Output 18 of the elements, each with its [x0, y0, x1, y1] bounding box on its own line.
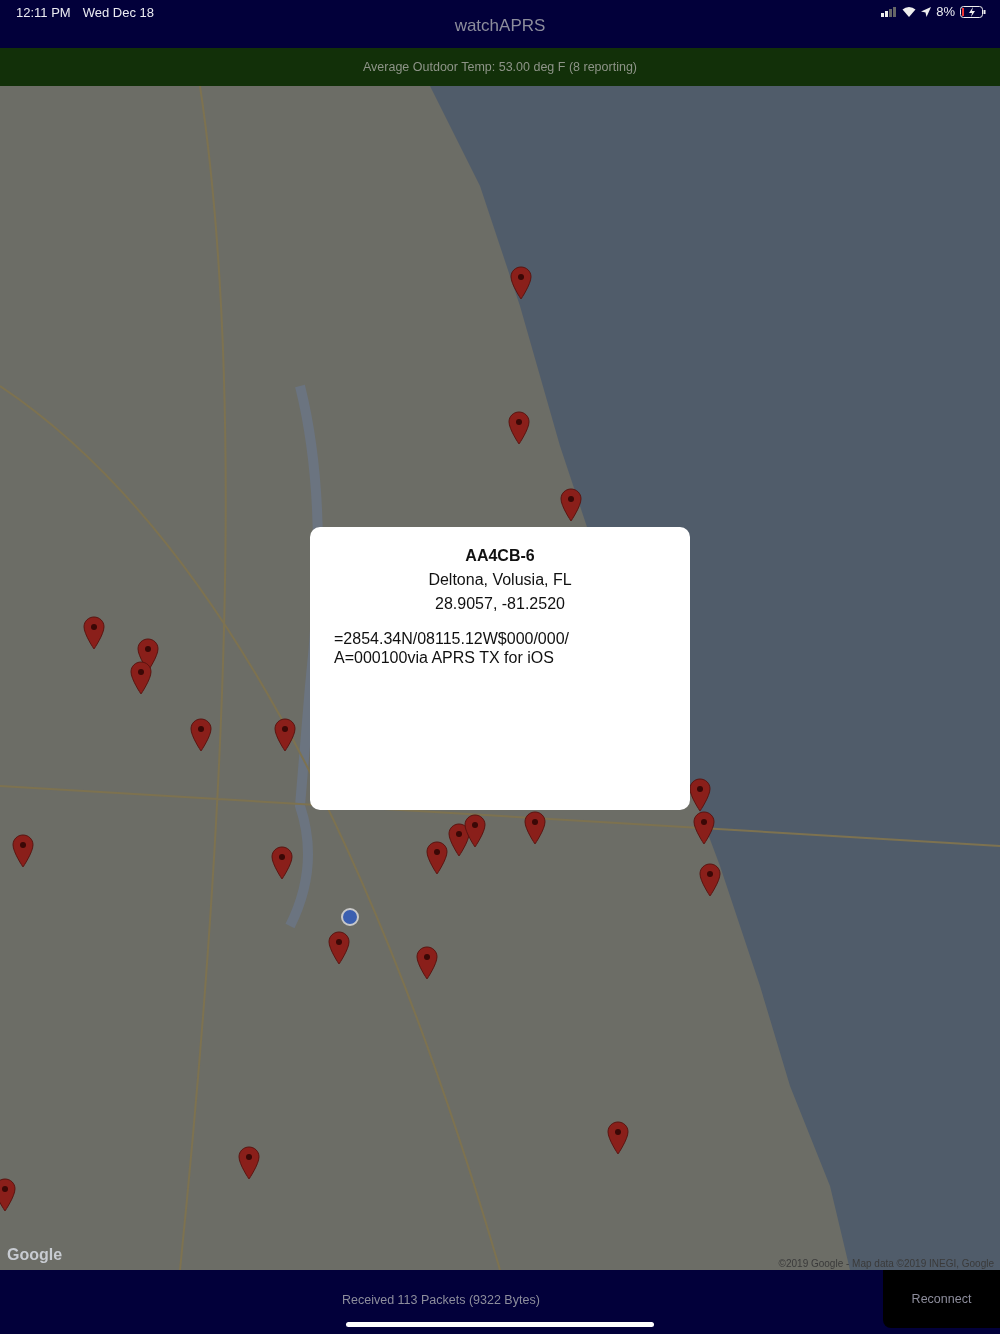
map-pin-icon[interactable] — [689, 778, 711, 812]
station-callsign: AA4CB-6 — [465, 547, 535, 565]
station-location: Deltona, Volusia, FL — [428, 571, 572, 589]
station-coordinates: 28.9057, -81.2520 — [435, 595, 565, 613]
map-drawing[interactable] — [0, 86, 1000, 1270]
reconnect-button[interactable]: Reconnect — [883, 1270, 1000, 1328]
map-logo: Google — [7, 1246, 63, 1264]
wifi-icon — [902, 6, 917, 17]
status-date: Wed Dec 18 — [82, 5, 154, 20]
signal-icon — [881, 6, 898, 17]
status-time: 12:11 PM — [16, 5, 71, 20]
battery-percent: 8% — [936, 4, 955, 19]
station-comment: =2854.34N/08115.12W$000/000/ A=000100via APRS TX for iOS — [334, 629, 570, 668]
location-arrow-icon — [921, 6, 932, 17]
temperature-banner-text: Average Outdoor Temp: 53.00 deg F (8 reporting) — [363, 60, 637, 74]
window-title: watchAPRS — [454, 16, 546, 36]
packet-status-text: Received 113 Packets (9322 Bytes) — [342, 1293, 540, 1307]
battery-icon — [960, 5, 986, 18]
